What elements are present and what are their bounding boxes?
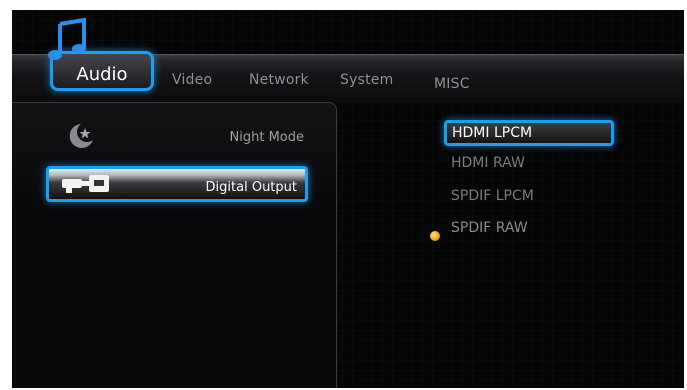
option-hdmi-lpcm[interactable]: HDMI LPCM xyxy=(444,120,614,146)
menu-item-digital-output[interactable]: Digital Output xyxy=(46,166,308,202)
selected-indicator-dot xyxy=(430,231,440,241)
digital-output-icon xyxy=(62,175,109,193)
settings-screen: Audio Video Network System MISC Night Mo… xyxy=(12,10,684,388)
tab-network[interactable]: Network xyxy=(249,72,309,88)
moon-star-icon xyxy=(69,124,93,148)
option-hdmi-raw[interactable]: HDMI RAW xyxy=(451,155,525,171)
music-note-icon xyxy=(48,18,86,60)
option-spdif-lpcm[interactable]: SPDIF LPCM xyxy=(451,188,534,204)
tab-video[interactable]: Video xyxy=(172,72,212,88)
menu-item-night-mode[interactable]: Night Mode xyxy=(230,130,304,145)
tab-audio-label: Audio xyxy=(76,64,128,85)
tab-misc[interactable]: MISC xyxy=(434,76,470,92)
option-hdmi-lpcm-label: HDMI LPCM xyxy=(452,125,533,141)
tab-system[interactable]: System xyxy=(340,72,393,88)
option-spdif-raw[interactable]: SPDIF RAW xyxy=(451,220,528,236)
menu-item-digital-output-label: Digital Output xyxy=(205,180,297,195)
